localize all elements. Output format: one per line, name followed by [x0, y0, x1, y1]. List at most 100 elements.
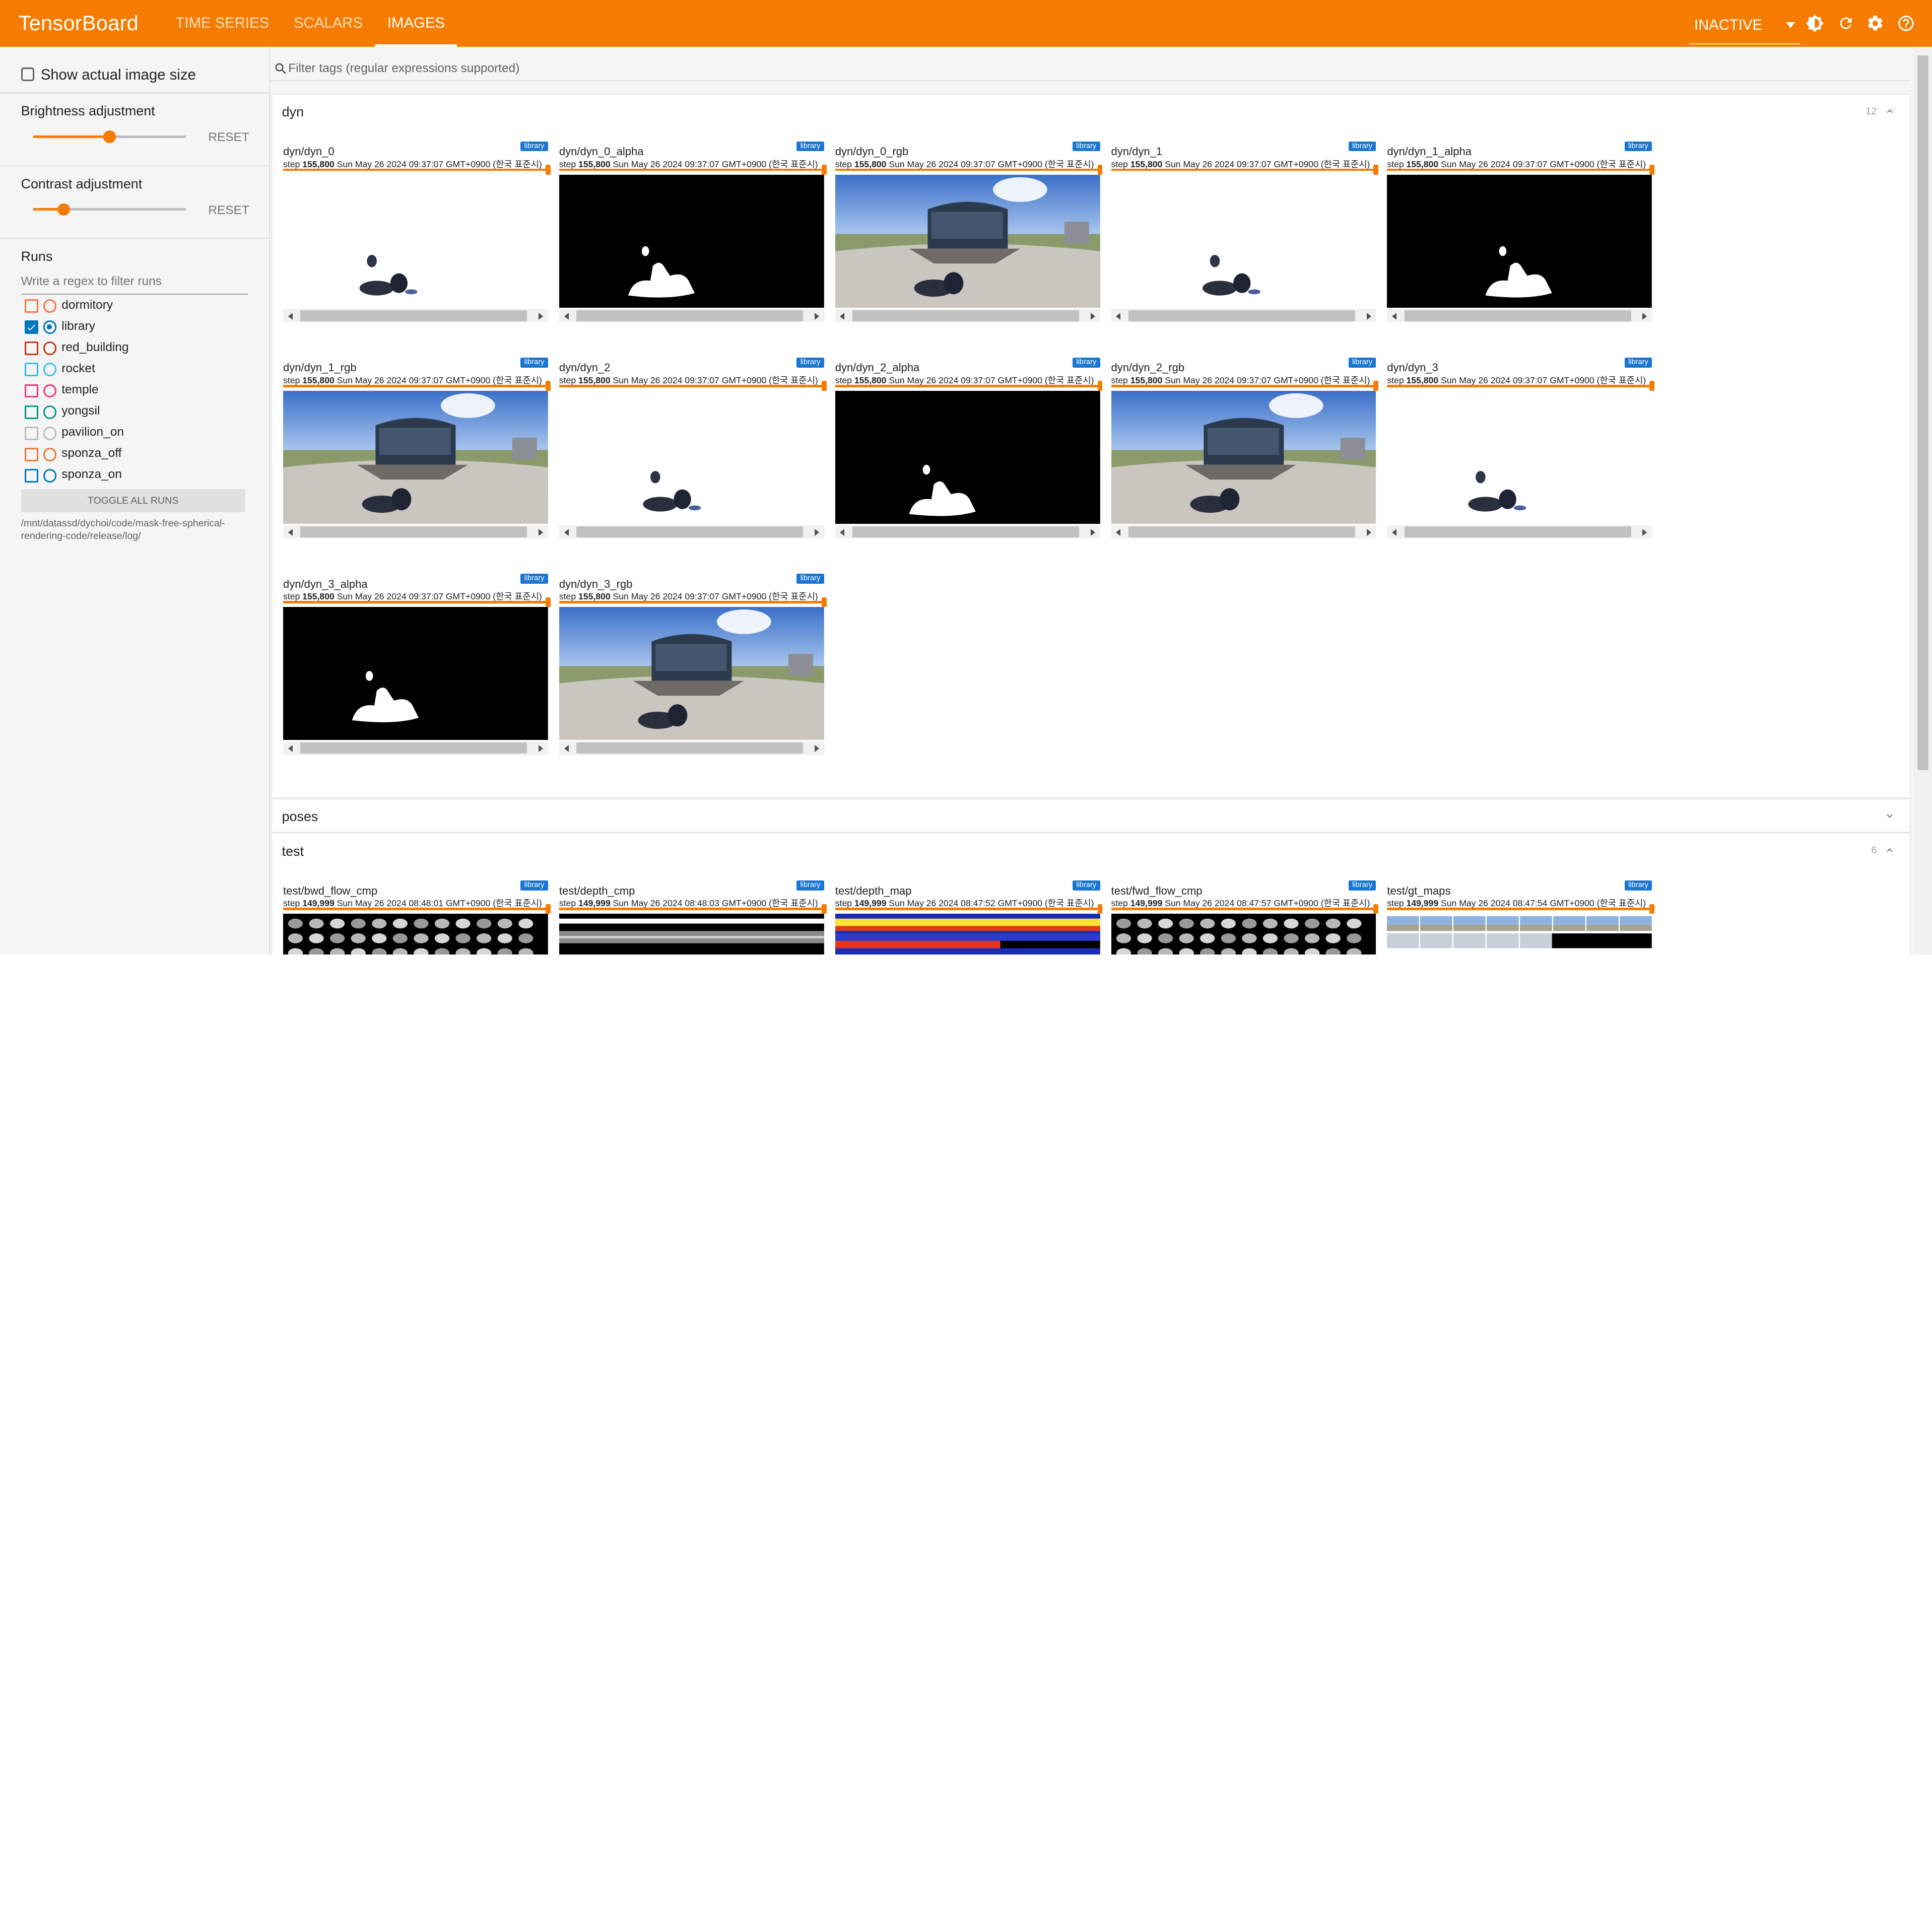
step-slider-thumb[interactable]	[1097, 381, 1103, 391]
scrollbar-thumb[interactable]	[852, 310, 1079, 321]
tab-scalars[interactable]: SCALARS	[282, 0, 375, 47]
scrollbar-thumb[interactable]	[576, 742, 804, 754]
tag-group-header[interactable]: test 6	[272, 834, 1910, 868]
run-color-radio[interactable]	[43, 320, 57, 334]
step-slider[interactable]	[1111, 381, 1379, 391]
main-scrollbar-thumb[interactable]	[1917, 55, 1928, 770]
step-slider-thumb[interactable]	[821, 597, 827, 607]
step-slider-thumb[interactable]	[821, 165, 827, 175]
scroll-left-icon[interactable]	[288, 745, 293, 753]
scrollbar-thumb[interactable]	[1404, 526, 1631, 538]
tab-images[interactable]: IMAGES	[375, 0, 457, 47]
scroll-right-icon[interactable]	[539, 528, 543, 536]
scroll-left-icon[interactable]	[1116, 528, 1121, 536]
scrollbar-thumb[interactable]	[1128, 526, 1355, 538]
tag-group-header[interactable]: poses	[272, 799, 1910, 834]
contrast-slider[interactable]	[33, 203, 186, 216]
brightness-slider-thumb[interactable]	[103, 130, 116, 143]
contrast-reset-button[interactable]: RESET	[208, 203, 249, 218]
image-horizontal-scrollbar[interactable]	[283, 309, 548, 323]
scrollbar-thumb[interactable]	[852, 526, 1079, 538]
step-slider-thumb[interactable]	[821, 381, 827, 391]
step-slider[interactable]	[559, 904, 827, 914]
image-horizontal-scrollbar[interactable]	[1387, 525, 1652, 539]
scroll-right-icon[interactable]	[814, 528, 819, 536]
step-slider[interactable]	[283, 597, 551, 607]
scroll-left-icon[interactable]	[288, 312, 293, 320]
step-slider[interactable]	[559, 597, 827, 607]
tag-filter-input[interactable]: Filter tags (regular expressions support…	[270, 56, 1910, 82]
step-slider-thumb[interactable]	[1649, 904, 1655, 914]
scrollbar-thumb[interactable]	[1404, 310, 1631, 321]
scroll-right-icon[interactable]	[1642, 528, 1647, 536]
step-slider-thumb[interactable]	[545, 904, 551, 914]
step-slider[interactable]	[835, 904, 1103, 914]
image-horizontal-scrollbar[interactable]	[283, 525, 548, 539]
settings-icon[interactable]	[1866, 14, 1885, 33]
run-color-radio[interactable]	[43, 384, 57, 398]
scrollbar-thumb[interactable]	[300, 310, 527, 321]
scrollbar-thumb[interactable]	[576, 310, 804, 321]
image-horizontal-scrollbar[interactable]	[559, 741, 824, 755]
scroll-right-icon[interactable]	[1366, 528, 1371, 536]
scroll-left-icon[interactable]	[564, 528, 569, 536]
contrast-slider-thumb[interactable]	[57, 203, 70, 216]
scroll-left-icon[interactable]	[1392, 528, 1397, 536]
run-color-radio[interactable]	[43, 299, 57, 313]
step-slider-thumb[interactable]	[1649, 381, 1655, 391]
brightness-reset-button[interactable]: RESET	[208, 130, 249, 145]
scroll-right-icon[interactable]	[814, 312, 819, 320]
image-horizontal-scrollbar[interactable]	[559, 309, 824, 323]
plugin-status-select[interactable]: INACTIVE	[1689, 8, 1801, 45]
image-horizontal-scrollbar[interactable]	[1387, 309, 1652, 323]
step-slider[interactable]	[1111, 165, 1379, 175]
image-horizontal-scrollbar[interactable]	[283, 741, 548, 755]
step-slider[interactable]	[1387, 904, 1655, 914]
chevron-up-icon[interactable]	[1884, 106, 1895, 117]
step-slider-thumb[interactable]	[1097, 904, 1103, 914]
scrollbar-thumb[interactable]	[1128, 310, 1355, 321]
run-color-radio[interactable]	[43, 363, 57, 377]
checkbox-box[interactable]	[21, 67, 35, 82]
step-slider[interactable]	[835, 381, 1103, 391]
image-horizontal-scrollbar[interactable]	[835, 525, 1100, 539]
scrollbar-thumb[interactable]	[576, 526, 804, 538]
scroll-left-icon[interactable]	[564, 745, 569, 753]
run-checkbox[interactable]	[24, 342, 38, 356]
run-checkbox[interactable]	[24, 320, 38, 334]
image-horizontal-scrollbar[interactable]	[559, 525, 824, 539]
step-slider[interactable]	[1387, 165, 1655, 175]
scroll-right-icon[interactable]	[814, 745, 819, 753]
step-slider[interactable]	[283, 381, 551, 391]
image-horizontal-scrollbar[interactable]	[1111, 309, 1376, 323]
main-scrollbar[interactable]	[1913, 46, 1932, 955]
step-slider[interactable]	[283, 904, 551, 914]
run-color-radio[interactable]	[43, 405, 57, 419]
refresh-icon[interactable]	[1836, 14, 1855, 33]
help-icon[interactable]	[1896, 14, 1916, 33]
step-slider-thumb[interactable]	[821, 904, 827, 914]
scroll-left-icon[interactable]	[1116, 312, 1121, 320]
step-slider[interactable]	[559, 165, 827, 175]
scroll-right-icon[interactable]	[1642, 312, 1647, 320]
scroll-right-icon[interactable]	[539, 312, 543, 320]
run-checkbox[interactable]	[24, 384, 38, 398]
step-slider-thumb[interactable]	[545, 597, 551, 607]
step-slider[interactable]	[559, 381, 827, 391]
step-slider[interactable]	[1111, 904, 1379, 914]
scroll-left-icon[interactable]	[1392, 312, 1397, 320]
run-checkbox[interactable]	[24, 468, 38, 483]
run-color-radio[interactable]	[43, 342, 57, 356]
run-checkbox[interactable]	[24, 426, 38, 440]
step-slider[interactable]	[835, 165, 1103, 175]
scroll-left-icon[interactable]	[288, 528, 293, 536]
brightness-icon[interactable]	[1805, 14, 1825, 33]
toggle-all-runs-button[interactable]: TOGGLE ALL RUNS	[21, 489, 245, 513]
show-actual-size-checkbox[interactable]: Show actual image size	[21, 66, 196, 84]
run-checkbox[interactable]	[24, 447, 38, 461]
image-horizontal-scrollbar[interactable]	[1111, 525, 1376, 539]
scroll-right-icon[interactable]	[1366, 312, 1371, 320]
step-slider-thumb[interactable]	[1373, 381, 1379, 391]
tab-time-series[interactable]: TIME SERIES	[163, 0, 282, 47]
run-checkbox[interactable]	[24, 363, 38, 377]
